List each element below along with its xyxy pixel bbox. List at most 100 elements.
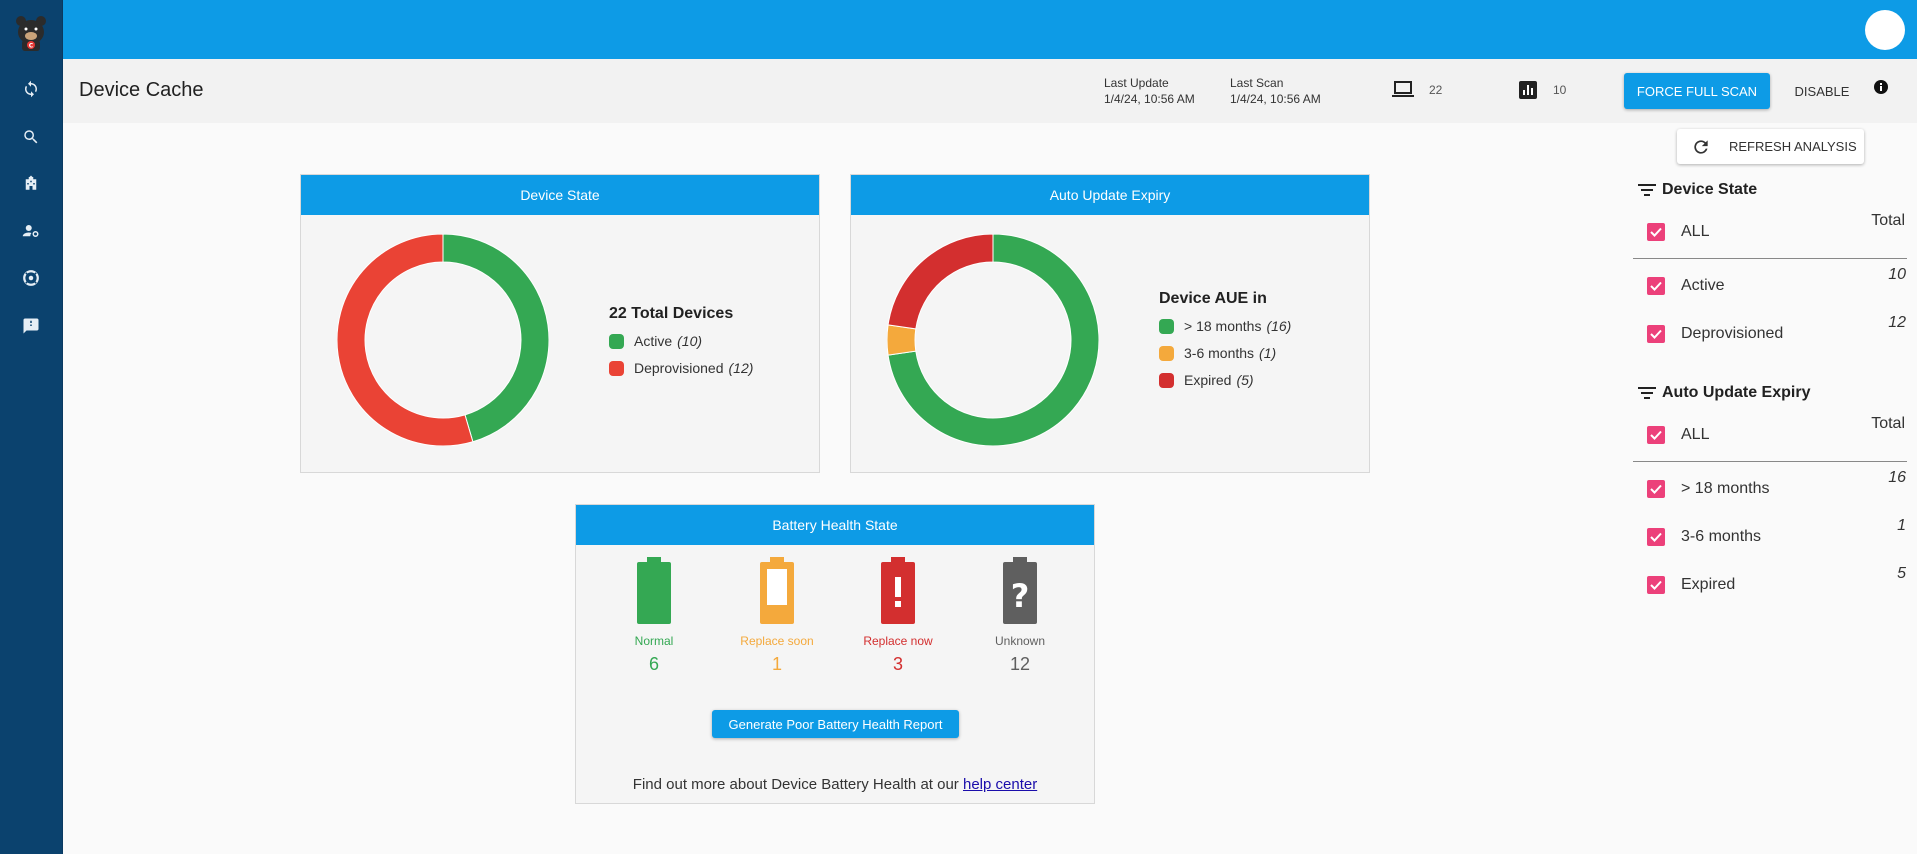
device-state-legend-title: 22 Total Devices	[609, 305, 734, 322]
device-state-filter-all[interactable]: ALL	[1647, 220, 1907, 244]
last-update-label: Last Update	[1104, 76, 1169, 90]
filter-icon	[1638, 387, 1656, 399]
battery-alert-icon	[881, 557, 915, 624]
refresh-icon	[1694, 139, 1708, 154]
battery-health-card: Battery Health State Normal 6 Replace so…	[575, 504, 1095, 804]
battery-full-icon	[637, 557, 671, 624]
checkbox-checked-icon[interactable]	[1647, 480, 1665, 498]
legend-label-active: Active	[634, 333, 673, 349]
filter-value-expired: 5	[1897, 565, 1906, 582]
last-scan: Last Scan 1/4/24, 10:56 AM	[1230, 75, 1321, 107]
manage-accounts-icon	[22, 225, 39, 237]
search-icon	[24, 130, 38, 144]
battery-replace-now-label: Replace now	[863, 634, 933, 648]
legend-item-expired: Expired (5)	[1159, 372, 1254, 388]
refresh-analysis-button[interactable]: REFRESH ANALYSIS	[1677, 129, 1864, 164]
aue-filter-all[interactable]: ALL	[1647, 423, 1907, 447]
legend-count-over-18-months: (16)	[1266, 318, 1292, 334]
laptop-icon	[1392, 81, 1414, 97]
last-scan-label: Last Scan	[1230, 76, 1284, 90]
disable-button[interactable]: DISABLE	[1783, 73, 1861, 109]
sidebar: C	[0, 0, 63, 854]
help-line: Find out more about Device Battery Healt…	[576, 776, 1094, 793]
legend-count-3-6-months: (1)	[1259, 345, 1277, 361]
sidebar-item-support[interactable]	[16, 263, 46, 293]
sidebar-item-users[interactable]	[16, 216, 46, 246]
filter-icon	[1638, 184, 1656, 196]
aue-card-title: Auto Update Expiry	[851, 175, 1369, 215]
svg-text:?: ?	[1011, 577, 1030, 615]
legend-dot-over-18-months	[1159, 318, 1174, 334]
help-center-link[interactable]: help center	[963, 776, 1037, 793]
aue-slice-3-6-months[interactable]	[887, 324, 917, 356]
aue-legend-title: Device AUE in	[1159, 290, 1267, 307]
legend-dot-deprovisioned	[609, 360, 624, 376]
checkbox-checked-icon[interactable]	[1647, 223, 1665, 241]
filter-value-3-6-months: 1	[1897, 517, 1906, 534]
sync-icon	[25, 80, 37, 98]
battery-replace-soon-label: Replace soon	[740, 634, 814, 648]
analytics-stat: 10	[1519, 81, 1566, 99]
filter-value-over-18-months: 16	[1888, 469, 1906, 486]
divider	[1633, 258, 1907, 259]
battery-replace-soon-value: 1	[771, 654, 782, 674]
filter-label: ALL	[1681, 223, 1710, 240]
filter-label: 3-6 months	[1681, 528, 1762, 545]
battery-unknown-value: 12	[1009, 654, 1031, 674]
battery-normal-label: Normal	[634, 634, 674, 648]
battery-state-replace-soon: Replace soon 1	[722, 557, 832, 675]
force-full-scan-button[interactable]: FORCE FULL SCAN	[1624, 73, 1770, 109]
checkbox-checked-icon[interactable]	[1647, 426, 1665, 444]
info-icon[interactable]	[1874, 80, 1888, 99]
battery-low-icon	[760, 557, 794, 624]
last-update-value: 1/4/24, 10:56 AM	[1104, 92, 1195, 106]
svg-text:C: C	[29, 43, 34, 50]
device-state-donut-chart	[337, 234, 549, 446]
legend-count-active: (10)	[677, 333, 703, 349]
legend-label-over-18-months: > 18 months	[1184, 318, 1262, 334]
sidebar-item-school[interactable]	[16, 168, 46, 198]
legend-item-deprovisioned: Deprovisioned (12)	[609, 360, 753, 376]
legend-dot-expired	[1159, 372, 1174, 388]
checkbox-checked-icon[interactable]	[1647, 325, 1665, 343]
checkbox-checked-icon[interactable]	[1647, 528, 1665, 546]
generate-report-button[interactable]: Generate Poor Battery Health Report	[712, 710, 959, 738]
legend-label-3-6-months: 3-6 months	[1184, 345, 1255, 361]
devices-stat: 22	[1391, 81, 1442, 99]
app-logo[interactable]: C	[14, 14, 48, 52]
refresh-analysis-label: REFRESH ANALYSIS	[1729, 139, 1857, 154]
device-state-slice-active[interactable]	[442, 234, 549, 443]
checkbox-checked-icon[interactable]	[1647, 576, 1665, 594]
feedback-icon	[23, 318, 39, 334]
legend-label-expired: Expired	[1184, 372, 1232, 388]
filter-label: Expired	[1681, 576, 1736, 593]
filter-label: > 18 months	[1681, 480, 1770, 497]
page-title: Device Cache	[79, 79, 204, 101]
filter-value-active: 10	[1888, 266, 1906, 283]
device-state-slice-deprovisioned[interactable]	[337, 234, 474, 446]
sidebar-item-feedback[interactable]	[16, 311, 46, 341]
legend-item-over-18-months: > 18 months (16)	[1159, 318, 1291, 334]
help-text: Find out more about Device Battery Healt…	[632, 776, 959, 793]
aue-slice-expired[interactable]	[887, 234, 994, 330]
legend-label-deprovisioned: Deprovisioned	[634, 360, 724, 376]
divider	[1633, 461, 1907, 462]
filter-value-deprovisioned: 12	[1888, 314, 1906, 331]
top-app-bar	[63, 0, 1917, 59]
sidebar-item-search[interactable]	[16, 122, 46, 152]
battery-state-unknown: ? Unknown 12	[965, 557, 1075, 675]
battery-normal-value: 6	[648, 654, 659, 674]
battery-unknown-icon: ?	[1003, 557, 1037, 624]
battery-health-card-title: Battery Health State	[576, 505, 1094, 545]
legend-item-3-6-months: 3-6 months (1)	[1159, 345, 1276, 361]
filter-label: Active	[1681, 277, 1725, 294]
avatar[interactable]	[1865, 10, 1905, 50]
sidebar-item-sync[interactable]	[16, 74, 46, 104]
header-bar: Device Cache Last Update 1/4/24, 10:56 A…	[63, 59, 1917, 123]
legend-count-expired: (5)	[1236, 372, 1254, 388]
aue-card: Auto Update Expiry Device AUE in > 18 mo…	[850, 174, 1370, 473]
aue-filter-title: Auto Update Expiry	[1638, 384, 1810, 402]
support-icon	[23, 270, 39, 286]
checkbox-checked-icon[interactable]	[1647, 277, 1665, 295]
filter-label: Deprovisioned	[1681, 325, 1784, 342]
